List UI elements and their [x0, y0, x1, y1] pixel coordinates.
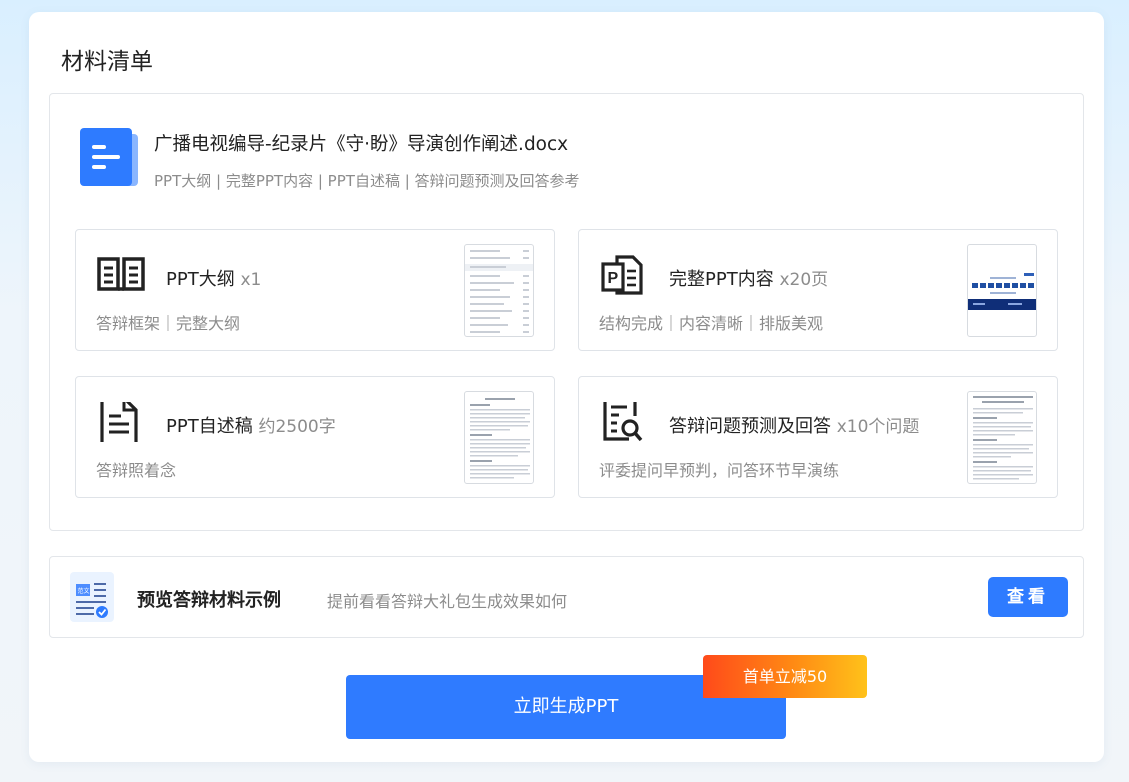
- checklist-icon: 范文: [70, 572, 114, 622]
- item-self-statement: PPT自述稿 约2500字 答辩照着念: [75, 376, 555, 498]
- section-title: 材料清单: [61, 49, 153, 75]
- item-title: PPT大纲 x1: [166, 269, 262, 290]
- materials-card: 材料清单 广播电视编导-纪录片《守·盼》导演创作阐述.docx PPT大纲 | …: [29, 12, 1104, 762]
- ppt-cover-thumbnail: [967, 244, 1037, 337]
- ppt-file-icon: P: [601, 255, 643, 295]
- item-description: 答辩框架｜完整大纲: [96, 314, 241, 333]
- preview-description: 提前看看答辩大礼包生成效果如何: [327, 592, 568, 611]
- document-tags: PPT大纲 | 完整PPT内容 | PPT自述稿 | 答辩问题预测及回答参考: [154, 172, 580, 190]
- preview-sample-bar: 范文 预览答辩材料示例 提前看看答辩大礼包生成效果如何 查看: [49, 556, 1084, 638]
- view-sample-button[interactable]: 查看: [988, 577, 1068, 617]
- document-icon: [80, 128, 138, 186]
- item-full-ppt: P 完整PPT内容 x20页 结构完成｜内容清晰｜排版美观: [578, 229, 1058, 351]
- qa-thumbnail: [967, 391, 1037, 484]
- item-ppt-outline: PPT大纲 x1 答辩框架｜完整大纲: [75, 229, 555, 351]
- svg-text:范文: 范文: [78, 587, 90, 595]
- document-name: 广播电视编导-纪录片《守·盼》导演创作阐述.docx: [154, 134, 569, 155]
- materials-list: 广播电视编导-纪录片《守·盼》导演创作阐述.docx PPT大纲 | 完整PPT…: [49, 93, 1084, 531]
- outline-thumbnail: [464, 244, 534, 337]
- item-title: 完整PPT内容 x20页: [669, 269, 829, 290]
- statement-thumbnail: [464, 391, 534, 484]
- item-title: 答辩问题预测及回答 x10个问题: [669, 416, 920, 437]
- search-document-icon: [603, 402, 643, 442]
- item-title: PPT自述稿 约2500字: [166, 416, 336, 437]
- item-description: 评委提问早预判，问答环节早演练: [599, 461, 840, 480]
- item-description: 答辩照着念: [96, 461, 177, 480]
- text-document-icon: [100, 402, 138, 442]
- promo-badge: 首单立减50: [703, 655, 867, 698]
- item-description: 结构完成｜内容清晰｜排版美观: [599, 314, 824, 333]
- preview-title: 预览答辩材料示例: [137, 590, 281, 611]
- svg-text:P: P: [608, 270, 619, 287]
- item-qa-prediction: 答辩问题预测及回答 x10个问题 评委提问早预判，问答环节早演练: [578, 376, 1058, 498]
- book-open-icon: [97, 257, 145, 291]
